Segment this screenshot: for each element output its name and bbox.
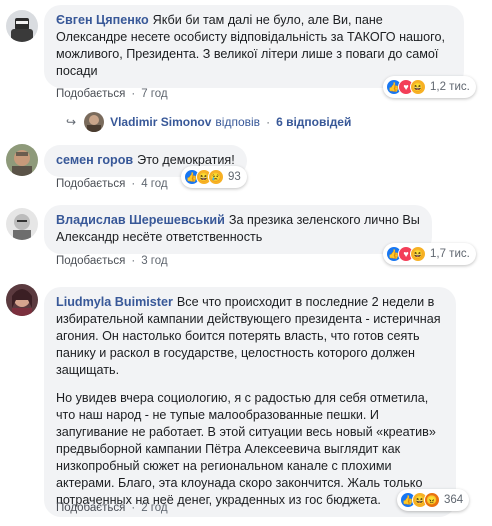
reaction-summary[interactable]: 👍 😆 😠 364 [397, 489, 470, 511]
comment-text-paragraph-2: Но увидев вчера социологию, я с радостью… [56, 391, 436, 507]
comment-time[interactable]: 2 год [141, 502, 167, 514]
comment-text: Это демократия! [137, 153, 235, 167]
comment-author[interactable]: семен горов [56, 153, 133, 167]
view-replies-link[interactable]: ↪ Vladimir Simonov відповів · 6 відповід… [66, 112, 351, 132]
like-link[interactable]: Подобається [56, 178, 125, 190]
avatar[interactable] [6, 144, 38, 176]
sad-reaction-icon: 😢 [208, 169, 224, 185]
avatar[interactable] [6, 208, 38, 240]
avatar[interactable] [6, 284, 38, 316]
separator-dot: · [131, 502, 136, 514]
separator-dot: · [131, 88, 136, 100]
separator-dot: · [131, 255, 136, 267]
comment-time[interactable]: 4 год [141, 178, 167, 190]
comment-paragraph: Liudmyla Buimister Все что происходит в п… [56, 294, 444, 379]
reaction-summary[interactable]: 👍 😆 😢 93 [181, 166, 247, 188]
comment-actions: Подобається · 7 год [56, 88, 168, 100]
reaction-count: 1,2 тис. [430, 81, 470, 93]
reply-count: 6 відповідей [276, 115, 352, 129]
like-link[interactable]: Подобається [56, 255, 125, 267]
reaction-count: 93 [228, 171, 241, 183]
separator-dot: · [266, 115, 271, 129]
comment-actions: Подобається · 2 год [56, 502, 168, 514]
angry-reaction-icon: 😠 [424, 492, 440, 508]
reaction-summary[interactable]: 👍 ♥ 😆 1,2 тис. [383, 76, 476, 98]
haha-reaction-icon: 😆 [410, 79, 426, 95]
comment-bubble: Владислав Шерешевський За презика зеленск… [44, 205, 432, 254]
comment-author[interactable]: Liudmyla Buimister [56, 295, 173, 309]
comment-bubble: Liudmyla Buimister Все что происходит в п… [44, 287, 456, 517]
comment-author[interactable]: Євген Цяпенко [56, 13, 149, 27]
reply-avatar [84, 112, 105, 132]
reaction-summary[interactable]: 👍 ♥ 😆 1,7 тис. [383, 243, 476, 265]
like-link[interactable]: Подобається [56, 502, 125, 514]
comment-actions: Подобається · 4 год [56, 178, 168, 190]
comment-author[interactable]: Владислав Шерешевський [56, 213, 225, 227]
reply-replied: відповів [215, 115, 261, 129]
reaction-count: 1,7 тис. [430, 248, 470, 260]
haha-reaction-icon: 😆 [410, 246, 426, 262]
reply-author: Vladimir Simonov [110, 115, 212, 129]
comment-time[interactable]: 3 год [141, 255, 167, 267]
avatar[interactable] [6, 10, 38, 42]
like-link[interactable]: Подобається [56, 88, 125, 100]
reaction-count: 364 [444, 494, 464, 506]
comment-actions: Подобається · 3 год [56, 255, 168, 267]
comment-time[interactable]: 7 год [141, 88, 167, 100]
reply-arrow-icon: ↪ [66, 115, 77, 129]
separator-dot: · [131, 178, 136, 190]
